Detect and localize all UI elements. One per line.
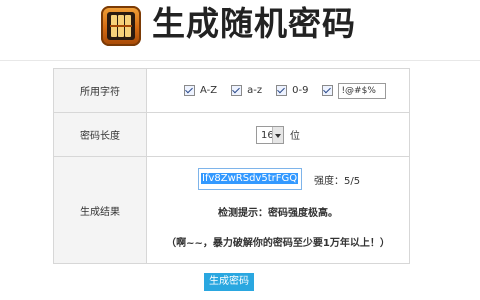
strength-text: 强度：5/5 [314, 176, 361, 187]
checkbox-lowercase-label: a-z [247, 85, 263, 96]
checkbox-symbols[interactable]: !@#$% [322, 82, 387, 99]
checkbox-digits-label: 0-9 [292, 85, 309, 96]
length-label: 密码长度 [53, 112, 147, 157]
header-divider [0, 60, 480, 61]
length-unit: 位 [290, 131, 300, 142]
charset-options: A-Z a-z 0-9 !@#$% [148, 82, 408, 99]
checkbox-uppercase-label: A-Z [200, 85, 218, 96]
generate-button[interactable]: 生成密码 [204, 273, 254, 291]
password-form: 所用字符 A-Z a-z 0-9 !@#$% 密码长度 16 位 生成结果 If… [53, 68, 410, 264]
result-label: 生成结果 [53, 156, 147, 264]
page-title: 生成随机密码 [152, 4, 356, 43]
crack-time-note: （啊~~，暴力破解你的密码至少要1万年以上！） [166, 238, 390, 249]
symbols-input[interactable]: !@#$% [338, 82, 387, 99]
charset-label: 所用字符 [53, 68, 147, 113]
checkbox-digits[interactable]: 0-9 [276, 85, 308, 96]
checkbox-uppercase[interactable]: A-Z [184, 85, 217, 96]
checkbox-lowercase-box[interactable] [231, 85, 243, 96]
checkbox-lowercase[interactable]: a-z [231, 85, 262, 96]
chevron-down-icon[interactable] [272, 126, 283, 143]
password-text: Ifv8ZwRSdv5trFGQ [201, 173, 299, 184]
checkbox-uppercase-box[interactable] [184, 85, 195, 96]
header: 生成随机密码 [0, 0, 480, 56]
checkbox-symbols-box[interactable] [322, 85, 334, 96]
checkbox-digits-box[interactable] [276, 85, 288, 96]
strength-hint: 检测提示：密码强度极高。 [218, 208, 338, 219]
slot-machine-icon [101, 6, 141, 46]
password-output[interactable]: Ifv8ZwRSdv5trFGQ [198, 168, 302, 190]
length-select[interactable]: 16 [256, 125, 284, 144]
